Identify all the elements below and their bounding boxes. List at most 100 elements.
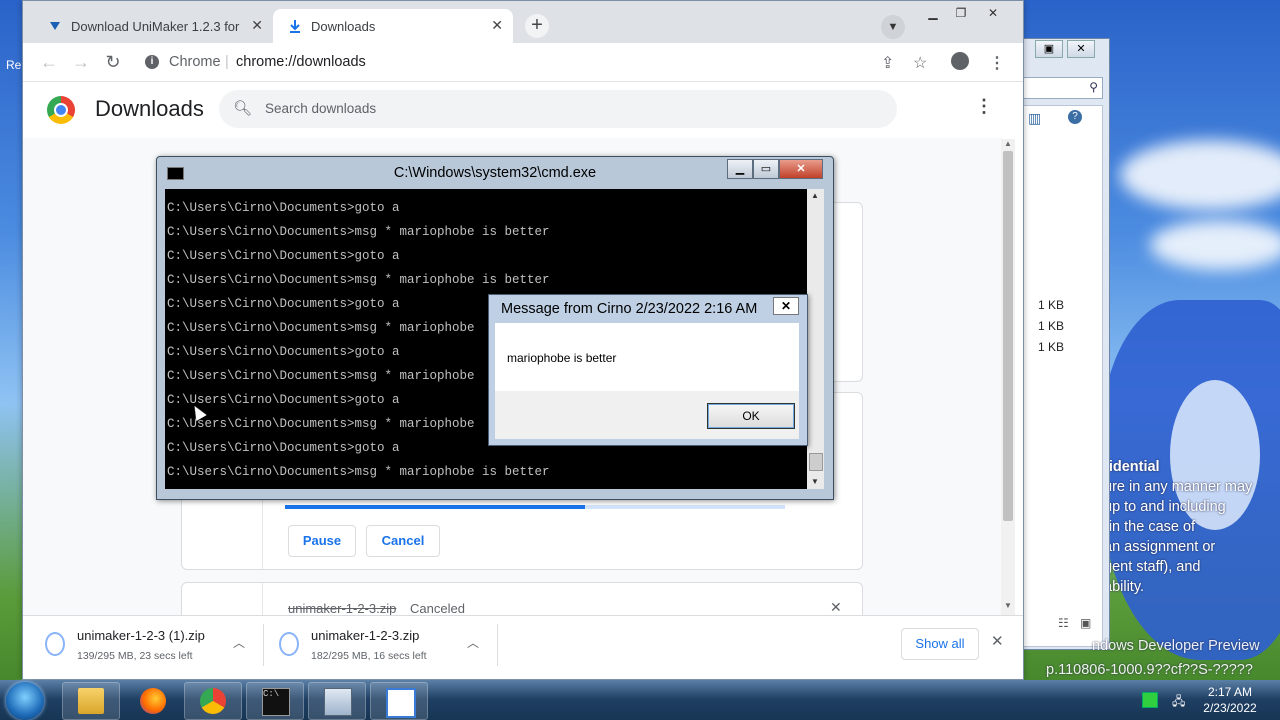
console-line: C:\Users\Cirno\Documents>goto a	[167, 441, 400, 455]
search-icon: ⚲	[1089, 80, 1098, 94]
close-tab-icon[interactable]: ✕	[491, 17, 503, 34]
confidential-text-line: (in the case of	[1104, 519, 1196, 535]
confidential-text-line: fidential	[1104, 459, 1160, 475]
explorer-maximize-button[interactable]: ▣	[1035, 40, 1063, 58]
start-button[interactable]	[6, 682, 44, 720]
pause-button[interactable]: Pause	[288, 525, 356, 557]
chevron-up-icon[interactable]: ︿	[233, 634, 245, 651]
forward-button[interactable]: →	[71, 52, 91, 73]
file-size: 1 KB	[1038, 319, 1065, 333]
close-shelf-icon[interactable]: ✕	[991, 632, 1004, 650]
restore-button[interactable]: ❐	[949, 5, 973, 21]
new-tab-button[interactable]: +	[525, 14, 549, 38]
taskbar-file-explorer[interactable]	[62, 682, 120, 720]
dialog-footer: OK	[495, 391, 799, 439]
console-line: C:\Users\Cirno\Documents>msg * mariophob…	[167, 369, 475, 383]
profile-avatar[interactable]	[951, 52, 969, 70]
scrollbar-thumb[interactable]	[809, 453, 823, 471]
page-scrollbar[interactable]: ▲ ▼	[1001, 139, 1015, 615]
taskbar-cmd[interactable]: C:\	[246, 682, 304, 720]
notepad-icon	[386, 688, 416, 718]
taskbar-firefox[interactable]	[124, 682, 182, 720]
menu-kebab-icon[interactable]: ⋮	[989, 53, 1005, 73]
console-line: C:\Users\Cirno\Documents>goto a	[167, 297, 400, 311]
explorer-search-input[interactable]: ⚲	[1023, 77, 1103, 99]
confidential-text-line: gent staff), and	[1104, 559, 1201, 575]
dialog-title: Message from Cirno 2/23/2022 2:16 AM	[501, 301, 758, 317]
dialog-close-button[interactable]: ✕	[773, 297, 799, 315]
console-line: C:\Users\Cirno\Documents>msg * mariophob…	[167, 417, 475, 431]
file-icon	[45, 632, 65, 656]
shelf-download-item[interactable]: unimaker-1-2-3.zip 182/295 MB, 16 secs l…	[257, 622, 489, 668]
address-url[interactable]: chrome://downloads	[236, 47, 366, 77]
details-view-icon[interactable]: ☷	[1058, 616, 1069, 630]
cmd-icon: C:\	[262, 688, 290, 716]
clock-time: 2:17 AM	[1207, 685, 1253, 699]
taskbar-clock[interactable]: 2:17 AM 2/23/2022	[1200, 684, 1260, 716]
cancel-button[interactable]: Cancel	[366, 525, 440, 557]
cmd-minimize-button[interactable]: ▁	[727, 159, 753, 179]
cmd-scrollbar[interactable]: ▲ ▼	[807, 189, 824, 489]
file-size: 1 KB	[1038, 298, 1065, 312]
console-line: C:\Users\Cirno\Documents>goto a	[167, 201, 400, 215]
chevron-up-icon[interactable]: ︿	[467, 634, 479, 651]
clock-date: 2/23/2022	[1203, 701, 1257, 715]
file-icon	[279, 632, 299, 656]
confidential-text-line: ability.	[1104, 579, 1145, 595]
help-icon[interactable]: ?	[1068, 110, 1082, 124]
canceled-filename[interactable]: unimaker-1-2-3.zip	[288, 601, 396, 616]
explorer-file-pane[interactable]: ▥ ? 1 KB 1 KB 1 KB ☷ ▣	[1023, 105, 1103, 647]
address-separator: |	[225, 54, 229, 70]
tab-search-button[interactable]: ▼	[881, 15, 905, 39]
download-icon	[290, 20, 300, 33]
back-button[interactable]: ←	[39, 52, 59, 73]
console-line: C:\Users\Cirno\Documents>msg * mariophob…	[167, 465, 550, 479]
minimize-button[interactable]: ▁	[921, 5, 945, 21]
explorer-close-button[interactable]: ✕	[1067, 40, 1095, 58]
cmd-titlebar[interactable]: C:\Windows\system32\cmd.exe ▁ ▭ ✕	[157, 157, 833, 189]
share-icon[interactable]: ⇪	[881, 53, 894, 73]
site-info-icon[interactable]: i	[145, 55, 159, 69]
taskbar-chrome[interactable]	[184, 682, 242, 720]
console-line: C:\Users\Cirno\Documents>goto a	[167, 345, 400, 359]
page-title: Downloads	[95, 96, 204, 121]
downloads-header: Downloads 🔍︎ Search downloads ⋮	[23, 82, 1003, 138]
folder-icon	[78, 688, 104, 714]
explorer-window[interactable]: ▣ ✕ ⚲ ▥ ? 1 KB 1 KB 1 KB ☷ ▣	[1020, 38, 1110, 650]
close-window-button[interactable]: ✕	[981, 5, 1005, 21]
preview-pane-icon[interactable]: ▣	[1080, 616, 1091, 630]
ok-button[interactable]: OK	[707, 403, 795, 429]
firefox-icon	[140, 688, 166, 714]
site-label: Chrome	[169, 54, 221, 70]
taskbar: C:\ 🖧 2:17 AM 2/23/2022	[0, 680, 1280, 720]
tab-unimaker[interactable]: Download UniMaker 1.2.3 for Wi ✕	[33, 9, 273, 43]
taskbar-notepad[interactable]	[370, 682, 428, 720]
remove-download-icon[interactable]: ✕	[830, 599, 842, 616]
scrollbar-thumb[interactable]	[1003, 151, 1013, 521]
watermark-text-line: p.110806-1000.9??cf??S-?????	[1046, 662, 1253, 678]
search-icon: 🔍︎	[233, 100, 253, 117]
search-downloads-input[interactable]: 🔍︎ Search downloads	[219, 90, 897, 128]
reload-button[interactable]: ↻	[103, 52, 123, 73]
taskbar-control-panel[interactable]	[308, 682, 366, 720]
network-icon[interactable]: 🖧	[1172, 692, 1186, 708]
layout-icon[interactable]: ▥	[1028, 110, 1041, 127]
tab-strip: Download UniMaker 1.2.3 for Wi ✕ Downloa…	[23, 1, 1023, 43]
cmd-close-button[interactable]: ✕	[779, 159, 823, 179]
console-line: C:\Users\Cirno\Documents>goto a	[167, 249, 400, 263]
tray-status-icon[interactable]	[1142, 692, 1158, 708]
downloads-menu-icon[interactable]: ⋮	[975, 96, 993, 117]
chrome-logo-icon	[47, 96, 75, 124]
shelf-download-item[interactable]: unimaker-1-2-3 (1).zip 139/295 MB, 23 se…	[23, 622, 255, 668]
address-bar[interactable]: i Chrome | chrome://downloads	[137, 47, 877, 77]
confidential-text-line: an assignment or	[1104, 539, 1216, 555]
tab-downloads[interactable]: Downloads ✕	[273, 9, 513, 43]
bookmark-star-icon[interactable]: ☆	[913, 53, 927, 73]
message-dialog[interactable]: Message from Cirno 2/23/2022 2:16 AM ✕ m…	[488, 294, 808, 446]
show-all-button[interactable]: Show all	[901, 628, 979, 660]
browser-toolbar: ← → ↻ i Chrome | chrome://downloads ⇪ ☆ …	[23, 43, 1023, 82]
console-line: C:\Users\Cirno\Documents>msg * mariophob…	[167, 273, 550, 287]
cmd-maximize-button[interactable]: ▭	[753, 159, 779, 179]
download-shelf: unimaker-1-2-3 (1).zip 139/295 MB, 23 se…	[23, 615, 1023, 674]
close-tab-icon[interactable]: ✕	[251, 17, 263, 34]
